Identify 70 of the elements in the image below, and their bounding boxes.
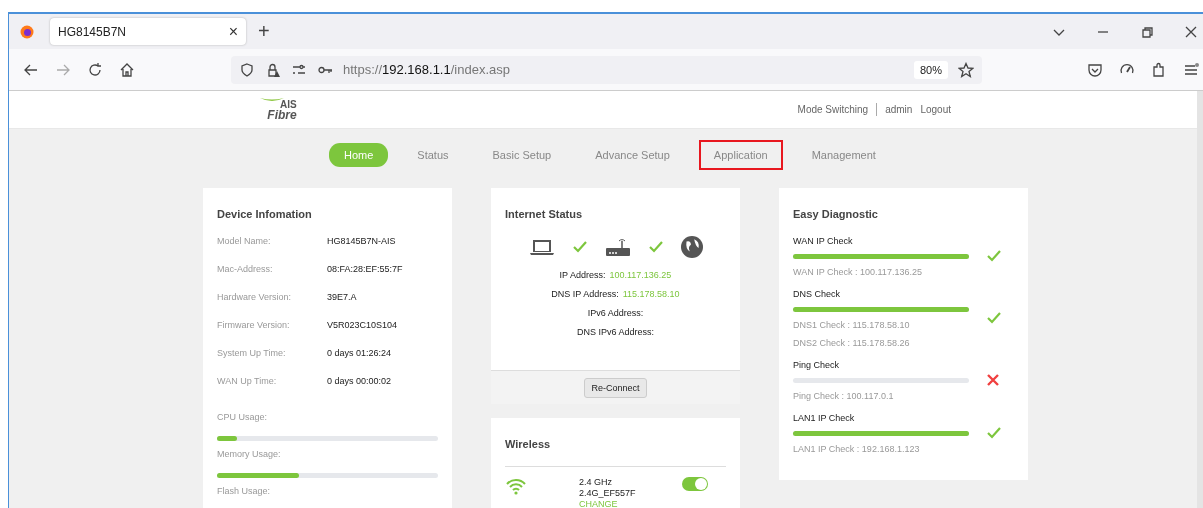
header-link[interactable]: admin [885,104,913,115]
check-icon [572,241,587,253]
globe-icon [680,236,703,258]
star-icon[interactable] [958,61,974,78]
usage-label: CPU Usage: [217,412,269,422]
status-line: IP Address: 100.117.136.25 [558,270,673,282]
lock-warning-icon[interactable] [265,61,281,78]
check-name: DNS Check [793,289,841,299]
check-icon [987,311,1001,324]
router-icon [604,238,631,256]
field-value: 08:FA:28:EF:55:7F [327,264,403,276]
check-name: WAN IP Check [793,236,854,246]
url-text[interactable]: https://192.168.1.1/index.asp [343,62,510,77]
new-tab-button[interactable]: + [258,20,270,43]
card-title: Wireless [505,438,552,450]
field-label: Mac-Address: [217,264,274,276]
field-value: 39E7.A [327,292,357,304]
nav-tab[interactable]: Application [698,139,783,170]
status-line: IPv6 Address: [586,308,645,320]
check-icon [987,249,1001,262]
field-value: 0 days 00:00:02 [327,376,392,388]
nav-tab[interactable]: Management [796,142,891,167]
address-bar[interactable]: https://192.168.1.1/index.asp 80% [231,55,982,84]
field-value: 0 days 01:26:24 [327,348,392,360]
ssid-label: 2.4G_EF557F [579,488,637,499]
header-link[interactable]: Mode Switching [797,104,869,115]
check-name: Ping Check [793,360,841,370]
logo: AIS Fibre [258,98,297,121]
status-line: DNS IP Address: 115.178.58.10 [550,289,681,301]
extensions-icon[interactable] [1151,61,1167,78]
field-value: V5R023C10S104 [327,320,398,332]
menu-icon[interactable] [1183,61,1199,78]
status-line: DNS IPv6 Address: [575,327,655,339]
check-icon [648,241,663,253]
field-label: Hardware Version: [217,292,293,304]
usage-label: Flash Usage: [217,486,272,496]
field-label: WAN Up Time: [217,376,278,388]
check-icon [987,426,1001,439]
header-link[interactable]: Logout [920,104,951,115]
browser-logo-icon [20,24,34,39]
check-result: LAN1 IP Check : 192.168.1.123 [793,444,921,454]
home-icon[interactable] [119,61,135,78]
pocket-icon[interactable] [1087,61,1103,78]
field-label: System Up Time: [217,348,287,360]
field-label: Firmware Version: [217,320,291,332]
zoom-level[interactable]: 80% [913,60,948,79]
usage-label: Memory Usage: [217,449,282,459]
nav-tab[interactable]: Status [402,142,464,167]
card-title: Easy Diagnostic [793,208,879,220]
browser-tab[interactable]: HG8145B7N × [50,18,246,45]
nav-tab[interactable]: Basic Setup [477,142,567,167]
reload-icon[interactable] [87,61,103,78]
field-label: Model Name: [217,236,272,248]
card-title: Device Infomation [217,208,313,220]
toggle-switch[interactable] [682,477,708,491]
reconnect-button[interactable]: Re-Connect [584,377,647,398]
wifi-icon [505,477,527,495]
check-result: Ping Check : 100.117.0.1 [793,391,895,401]
nav-tab[interactable]: Advance Setup [580,142,685,167]
cross-icon [987,373,999,386]
check-name: LAN1 IP Check [793,413,856,423]
check-result: WAN IP Check : 100.117.136.25 [793,267,923,277]
check-result: DNS1 Check : 115.178.58.10 [793,320,911,330]
band-label: 2.4 GHz [579,477,613,488]
close-tab-button[interactable]: × [228,22,238,41]
card-title: Internet Status [505,208,583,220]
field-value: HG8145B7N-AIS [327,236,396,248]
shield-icon[interactable] [239,61,255,78]
check-result: DNS2 Check : 115.178.58.26 [793,338,911,348]
laptop-icon [528,238,555,256]
